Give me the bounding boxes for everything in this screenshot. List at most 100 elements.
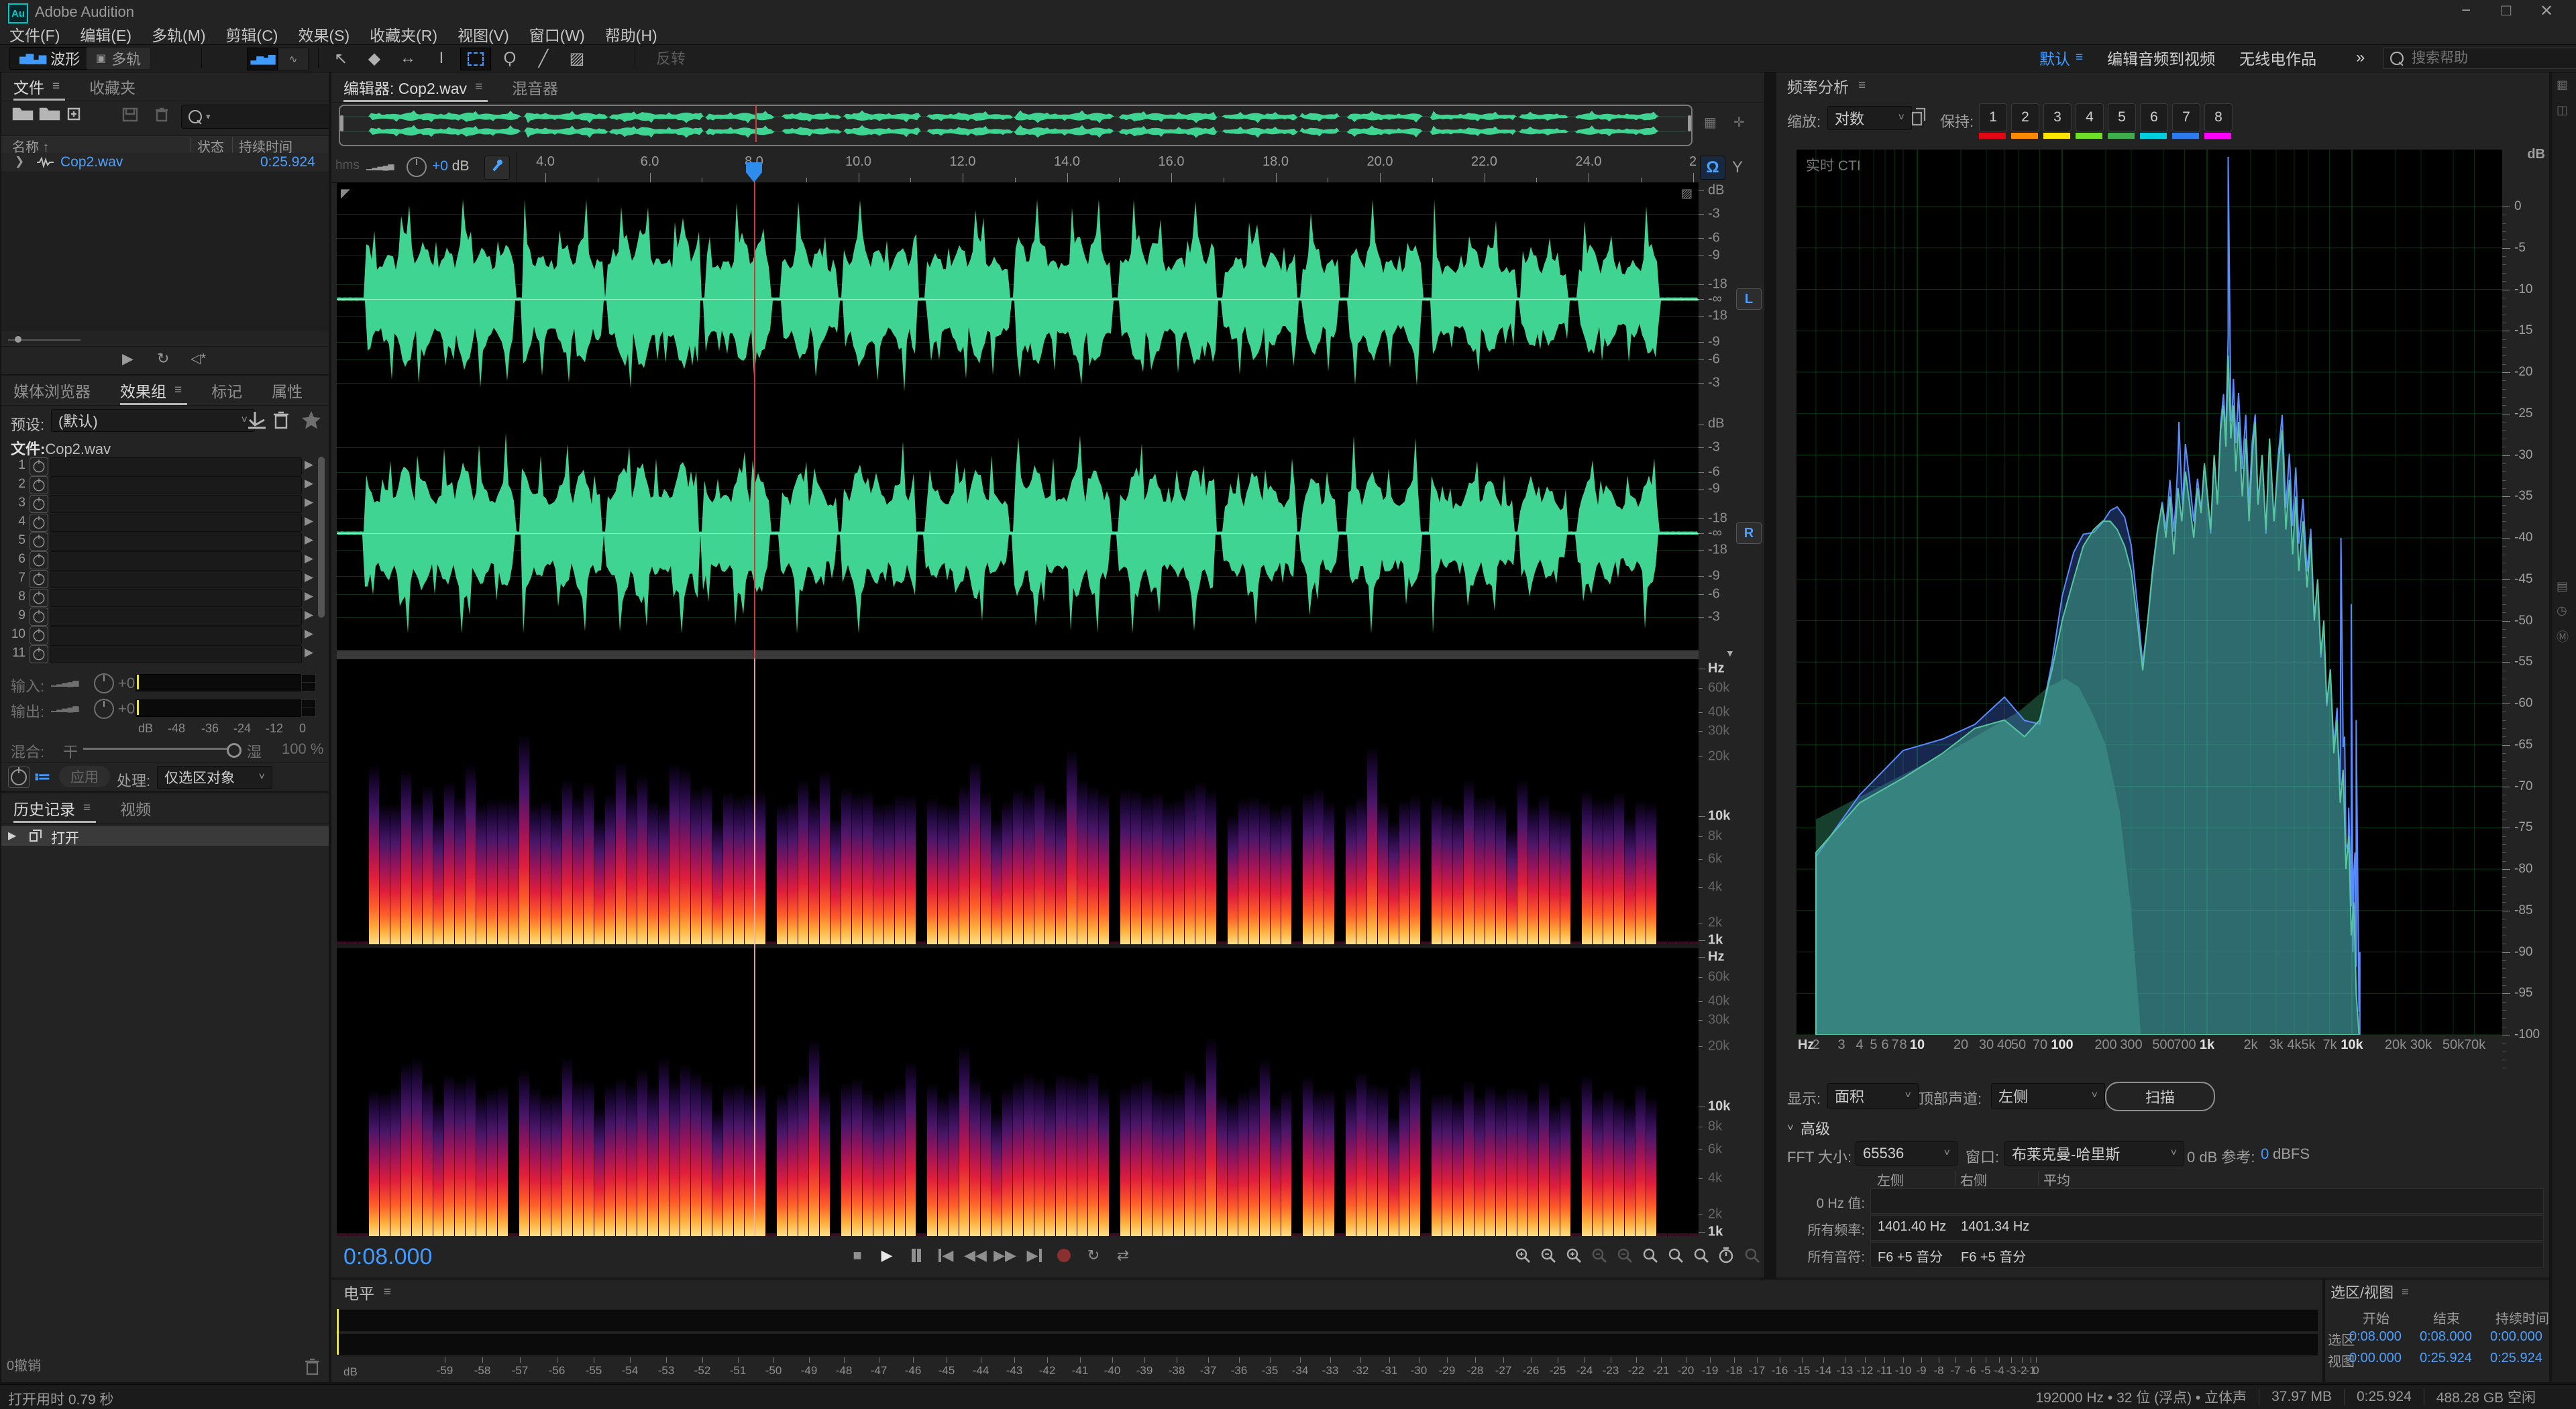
- volume-knob-icon[interactable]: [407, 157, 427, 177]
- metronome-filter-icon[interactable]: Y: [1732, 158, 1743, 177]
- slot-arrow-icon[interactable]: ▶: [305, 514, 313, 528]
- slot-arrow-icon[interactable]: ▶: [305, 496, 313, 509]
- top-channel-select[interactable]: 左侧˅: [1991, 1083, 2105, 1109]
- slot-power-button[interactable]: [30, 608, 48, 626]
- preview-loop-button[interactable]: ↻: [157, 350, 169, 368]
- fft-size-select[interactable]: 65536˅: [1856, 1141, 1957, 1166]
- playhead-marker[interactable]: [746, 162, 762, 182]
- menu-2[interactable]: 多轨(M): [152, 23, 205, 46]
- slot-field[interactable]: [50, 457, 302, 475]
- panel-menu-icon[interactable]: ≡: [174, 383, 182, 398]
- slot-power-button[interactable]: [30, 551, 48, 569]
- workspace-tab-2[interactable]: 无线电作品: [2239, 46, 2316, 69]
- selection-value[interactable]: 0:25.924: [2420, 1351, 2468, 1366]
- record-button[interactable]: [1051, 1244, 1077, 1267]
- effects-tab-2[interactable]: 标记: [211, 376, 257, 405]
- slot-arrow-icon[interactable]: ▶: [305, 646, 313, 659]
- slot-arrow-icon[interactable]: ▶: [305, 627, 313, 640]
- pause-button[interactable]: [903, 1244, 930, 1267]
- slot-field[interactable]: [50, 476, 302, 494]
- preview-autoplay-button[interactable]: ◁*: [191, 350, 206, 367]
- expand-chevron-icon[interactable]: ❯: [15, 155, 24, 168]
- menu-3[interactable]: 剪辑(C): [226, 23, 278, 46]
- timed-recording-button[interactable]: [1715, 1244, 1737, 1267]
- hold-button-4[interactable]: 4: [2076, 103, 2104, 131]
- menu-8[interactable]: 帮助(H): [605, 23, 657, 46]
- rack-list-toggle[interactable]: ≔: [32, 767, 52, 787]
- hold-button-8[interactable]: 8: [2204, 103, 2233, 131]
- workspace-overflow-chevron[interactable]: »: [2356, 48, 2365, 67]
- slip-tool[interactable]: ↔: [393, 48, 423, 69]
- selection-value[interactable]: 0:25.924: [2490, 1351, 2538, 1366]
- mix-slider-thumb[interactable]: [227, 743, 241, 758]
- paintbrush-tool[interactable]: ╱: [529, 48, 558, 69]
- stop-button[interactable]: ■: [844, 1244, 871, 1267]
- files-tab-1[interactable]: 收藏夹: [89, 72, 150, 101]
- slot-power-button[interactable]: [30, 626, 48, 644]
- selection-value[interactable]: 0:00.000: [2490, 1329, 2538, 1345]
- slot-arrow-icon[interactable]: ▶: [305, 608, 313, 622]
- slot-field[interactable]: [50, 514, 302, 532]
- slot-field[interactable]: [50, 495, 302, 513]
- editor-tab[interactable]: 编辑器: Cop2.wav≡: [343, 72, 497, 102]
- process-select[interactable]: 仅选区对象˅: [157, 766, 272, 789]
- reverse-button[interactable]: 反转: [645, 47, 696, 68]
- overview-navigator[interactable]: [339, 105, 1693, 146]
- slot-power-button[interactable]: [30, 589, 48, 607]
- zoom-out-horizontal-button[interactable]: [1587, 1244, 1610, 1267]
- time-selection-tool[interactable]: I: [427, 48, 456, 69]
- menu-0[interactable]: 文件(F): [9, 23, 60, 46]
- skip-to-start-button[interactable]: ◀: [932, 1244, 959, 1267]
- effects-scrollbar[interactable]: [318, 457, 325, 618]
- marquee-selection-tool[interactable]: [460, 48, 491, 70]
- effects-tab-0[interactable]: 媒体浏览器: [13, 376, 105, 405]
- workspace-tab-1[interactable]: 编辑音频到视频: [2107, 46, 2215, 69]
- hold-button-5[interactable]: 5: [2108, 103, 2136, 131]
- play-button[interactable]: ▶: [873, 1244, 900, 1267]
- slot-power-button[interactable]: [30, 514, 48, 532]
- slot-field[interactable]: [50, 645, 302, 663]
- advanced-row[interactable]: ˅高级: [1787, 1117, 1830, 1139]
- dock-icon-mid-0[interactable]: ▤: [2557, 579, 2568, 594]
- slot-field[interactable]: [50, 608, 302, 626]
- hold-button-6[interactable]: 6: [2140, 103, 2168, 131]
- files-tab-0[interactable]: 文件≡: [13, 72, 74, 101]
- panel-menu-icon[interactable]: ≡: [1858, 78, 1866, 93]
- slot-power-button[interactable]: [30, 476, 48, 494]
- dock-icon-top-1[interactable]: ◫: [2557, 103, 2568, 117]
- waveform-view-button[interactable]: ▅▇▃▆ 波形: [9, 47, 90, 70]
- navigator-settings-icon[interactable]: ▦: [1704, 114, 1717, 131]
- scan-button[interactable]: 扫描: [2105, 1082, 2215, 1111]
- slot-power-button[interactable]: [30, 570, 48, 588]
- effects-tab-3[interactable]: 属性: [272, 376, 317, 405]
- display-select[interactable]: 面积˅: [1827, 1083, 1919, 1109]
- zoom-in-vertical-button[interactable]: [1511, 1244, 1534, 1267]
- menu-4[interactable]: 效果(S): [298, 23, 350, 46]
- zoom-in-left-selection-button[interactable]: [1638, 1244, 1661, 1267]
- monitor-headphone-button[interactable]: Ω: [1700, 156, 1725, 180]
- hold-button-1[interactable]: 1: [1979, 103, 2007, 131]
- skip-selection-button[interactable]: ⇄: [1110, 1244, 1136, 1267]
- spot-healing-tool[interactable]: ▨: [562, 48, 592, 69]
- help-search-box[interactable]: [2383, 48, 2576, 69]
- skip-to-end-button[interactable]: ▶: [1021, 1244, 1048, 1267]
- files-search-field[interactable]: ▾: [181, 105, 329, 129]
- maximize-button[interactable]: □: [2490, 1, 2522, 20]
- history-entry-row[interactable]: ▶打开: [1, 826, 329, 847]
- mixer-tab[interactable]: 混音器: [512, 72, 573, 102]
- gain-knob-icon[interactable]: [94, 699, 114, 719]
- new-file-icon[interactable]: [66, 106, 89, 126]
- zoom-amplitude-button[interactable]: [1740, 1244, 1763, 1267]
- zoom-in-right-selection-button[interactable]: [1664, 1244, 1686, 1267]
- razor-tool[interactable]: ◆: [360, 48, 389, 69]
- panel-menu-icon[interactable]: ≡: [2402, 1285, 2409, 1299]
- channel-solo-button[interactable]: L: [1736, 288, 1762, 310]
- slot-field[interactable]: [50, 589, 302, 607]
- history-tab-0[interactable]: 历史记录≡: [13, 793, 105, 823]
- dock-icon-mid-2[interactable]: Ⓜ: [2557, 628, 2569, 645]
- channel-solo-button[interactable]: R: [1736, 522, 1762, 544]
- divider-handle-icon[interactable]: ▼: [1725, 648, 1735, 659]
- history-tab-1[interactable]: 视频: [120, 793, 166, 823]
- slot-arrow-icon[interactable]: ▶: [305, 477, 313, 490]
- wave-content-area[interactable]: ◤▨: [337, 182, 1699, 1236]
